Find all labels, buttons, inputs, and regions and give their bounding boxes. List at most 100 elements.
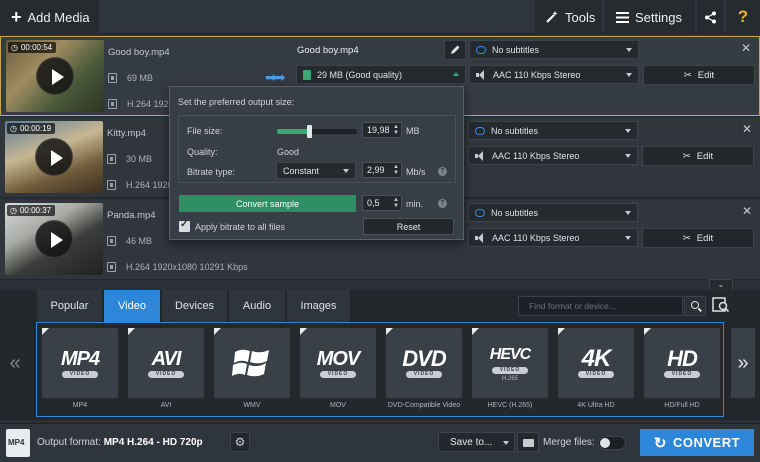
tab-popular[interactable]: Popular — [37, 290, 103, 322]
tools-label: Tools — [565, 9, 596, 25]
video-thumbnail[interactable]: ◷ 00:00:19 — [5, 121, 103, 193]
clock-icon: ◷ — [10, 124, 17, 133]
format-card-hevc[interactable]: HEVC VIDEO H.265 — [472, 328, 548, 398]
output-settings-button[interactable]: ⚙ — [230, 432, 250, 452]
format-card-mov[interactable]: MOV VIDEO — [300, 328, 376, 398]
audio-text: AAC 110 Kbps Stereo — [492, 232, 580, 243]
video-icon — [108, 99, 117, 109]
format-card-mp4[interactable]: MP4 VIDEO — [42, 328, 118, 398]
duration-badge: ◷ 00:00:54 — [8, 42, 57, 53]
file-name: Good boy.mp4 — [108, 47, 170, 58]
bitrate-type-dropdown[interactable]: Constant — [276, 162, 356, 179]
output-format-value: MP4 H.264 - HD 720p — [103, 437, 203, 448]
audio-dropdown[interactable]: AAC 110 Kbps Stereo — [468, 228, 638, 247]
subtitles-dropdown[interactable]: No subtitles — [468, 121, 638, 140]
audio-dropdown[interactable]: AAC 110 Kbps Stereo — [468, 146, 638, 165]
convert-button[interactable]: ↻ CONVERT — [640, 429, 754, 456]
file-size-slider[interactable] — [277, 125, 357, 138]
save-to-dropdown[interactable]: Save to... — [438, 432, 515, 452]
scroll-right-button[interactable]: » — [731, 328, 755, 398]
speech-bubble-icon — [475, 208, 485, 217]
close-icon[interactable]: ✕ — [741, 41, 751, 55]
output-format-icon-text: MP4 — [8, 438, 25, 447]
file-size-text: 46 MB — [126, 236, 153, 246]
file-size-input[interactable]: 19,98 ▲ ▼ — [362, 122, 402, 138]
subtitles-dropdown[interactable]: No subtitles — [468, 203, 638, 222]
audio-dropdown[interactable]: AAC 110 Kbps Stereo — [469, 65, 639, 84]
edit-button[interactable]: ✂ Edit — [642, 146, 754, 166]
tab-images[interactable]: Images — [287, 290, 351, 322]
format-card-dvd[interactable]: DVD VIDEO — [386, 328, 462, 398]
tab-label: Devices — [174, 300, 215, 312]
speaker-icon — [475, 150, 487, 161]
close-icon[interactable]: ✕ — [742, 122, 752, 136]
tab-audio[interactable]: Audio — [229, 290, 286, 322]
merge-files-toggle[interactable] — [598, 436, 626, 450]
format-card-hd[interactable]: HD VIDEO — [644, 328, 720, 398]
help-button[interactable]: ? — [726, 0, 760, 34]
convert-arrow-icon: ➡➡ — [265, 69, 286, 85]
video-icon — [107, 180, 116, 190]
play-icon[interactable] — [36, 57, 74, 95]
refresh-icon: ↻ — [653, 434, 667, 452]
output-file-name[interactable]: Good boy.mp4 — [297, 45, 359, 56]
file-codec-text: H.264 1920 — [126, 180, 173, 190]
share-button[interactable] — [697, 0, 724, 34]
sample-length-input[interactable]: 0,5 ▲ ▼ — [362, 195, 402, 211]
output-format-label: Output format: MP4 H.264 - HD 720p — [37, 437, 203, 448]
file-size-text: 69 MB — [127, 73, 154, 83]
convert-sample-button[interactable]: Convert sample — [179, 195, 356, 212]
file-size: 30 MB — [107, 154, 152, 164]
sample-length-value: 0,5 — [367, 198, 380, 208]
format-label: MOV — [330, 402, 346, 409]
spinner-arrows-icon[interactable]: ▲ ▼ — [393, 197, 399, 209]
tab-devices[interactable]: Devices — [162, 290, 228, 322]
format-card-wmv[interactable] — [214, 328, 290, 398]
help-icon[interactable]: ? — [438, 199, 447, 208]
output-size-dropdown[interactable]: 29 MB (Good quality) — [296, 65, 466, 84]
add-media-button[interactable]: + Add Media — [0, 0, 99, 34]
play-icon[interactable] — [35, 138, 73, 176]
video-thumbnail[interactable]: ◷ 00:00:37 — [5, 203, 103, 275]
chevron-down-icon — [626, 48, 632, 52]
pencil-icon — [451, 45, 460, 54]
rename-button[interactable] — [444, 40, 466, 60]
tab-video[interactable]: Video — [104, 290, 161, 322]
magic-wand-icon — [546, 11, 558, 23]
play-icon[interactable] — [35, 220, 73, 258]
tools-button[interactable]: Tools — [535, 0, 602, 34]
convert-label: CONVERT — [673, 435, 741, 450]
help-icon[interactable]: ? — [438, 167, 447, 176]
bitrate-input[interactable]: 2,99 ▲ ▼ — [362, 162, 402, 178]
video-thumbnail[interactable]: ◷ 00:00:54 — [6, 40, 104, 112]
popup-title: Set the preferred output size: — [178, 97, 295, 107]
chevron-down-icon — [625, 211, 631, 215]
edit-button[interactable]: ✂ Edit — [643, 65, 755, 85]
output-format-caption: Output format: — [37, 437, 101, 448]
apply-all-label: Apply bitrate to all files — [195, 222, 286, 232]
edit-button[interactable]: ✂ Edit — [642, 228, 754, 248]
search-icon[interactable] — [684, 296, 706, 316]
folder-icon[interactable] — [517, 432, 539, 452]
subtitles-dropdown[interactable]: No subtitles — [469, 40, 639, 59]
format-card-avi[interactable]: AVI VIDEO — [128, 328, 204, 398]
file-size-slider-handle[interactable] — [307, 125, 312, 138]
save-to-label: Save to... — [450, 436, 493, 448]
edit-label: Edit — [696, 232, 714, 244]
detect-device-button[interactable] — [711, 296, 733, 316]
reset-button[interactable]: Reset — [363, 218, 454, 235]
scroll-left-button[interactable]: « — [3, 328, 27, 398]
format-logo-text: 4K — [581, 344, 612, 372]
tab-label: Images — [300, 300, 337, 312]
speech-bubble-icon — [475, 126, 485, 135]
format-card-4k[interactable]: 4K VIDEO — [558, 328, 634, 398]
close-icon[interactable]: ✕ — [742, 204, 752, 218]
settings-button[interactable]: Settings — [604, 0, 695, 34]
format-search-input[interactable]: Find format or device... — [518, 296, 683, 316]
speaker-icon — [475, 232, 487, 243]
apply-all-checkbox[interactable]: ✓ — [179, 219, 190, 232]
audio-text: AAC 110 Kbps Stereo — [493, 69, 581, 80]
spinner-arrows-icon[interactable]: ▲ ▼ — [393, 124, 399, 136]
speaker-icon — [476, 69, 488, 80]
spinner-arrows-icon[interactable]: ▲ ▼ — [393, 164, 399, 176]
